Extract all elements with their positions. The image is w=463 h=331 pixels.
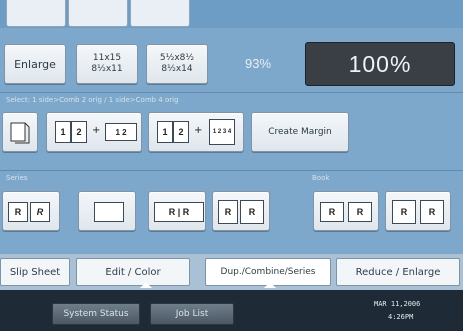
r-page-icon: R xyxy=(348,202,372,222)
create-margin-button[interactable]: Create Margin xyxy=(251,112,349,152)
preset1-top-label: 11x15 xyxy=(92,53,122,63)
divider-1 xyxy=(0,92,463,93)
combined-12-icon: 1 2 xyxy=(105,123,137,141)
document-stack-icon xyxy=(10,122,30,144)
book-2side-button[interactable]: R R xyxy=(385,191,451,231)
book-1side-button[interactable]: R R xyxy=(313,191,379,231)
divider-2 xyxy=(0,170,463,171)
series-2side-button[interactable] xyxy=(78,191,136,231)
system-status-label: System Status xyxy=(63,309,129,319)
r-mirror-page-icon: R xyxy=(240,200,264,224)
r-r-page-icon: R | R xyxy=(154,202,204,222)
copier-screen: Enlarge 11x15 8½x11 5½x8½ 8½x14 93% 100%… xyxy=(0,0,463,331)
preset1-bottom-label: 8½x11 xyxy=(91,64,123,74)
enlarge-button[interactable]: Enlarge xyxy=(4,44,66,84)
r-page-icon: R xyxy=(218,200,238,224)
r-page-icon: R xyxy=(8,202,28,222)
caret-up-icon xyxy=(264,282,276,288)
page-2-icon: 2 xyxy=(71,121,87,143)
enlarge-label: Enlarge xyxy=(14,57,56,71)
ratio-small-value: 93% xyxy=(244,55,272,71)
r-letter: R xyxy=(182,207,190,217)
page-corner-icon xyxy=(94,202,124,222)
preset2-bottom-label: 8½x14 xyxy=(161,64,193,74)
tab-edit-color[interactable]: Edit / Color xyxy=(76,258,190,286)
r-mirror-page-icon: R xyxy=(420,200,444,224)
ratio-main-display[interactable]: 100% xyxy=(305,42,455,86)
combine-4-originals-button[interactable]: 1 2 + 1 2 3 4 xyxy=(148,112,244,152)
ratio-main-value: 100% xyxy=(348,50,412,77)
tab-dup-combine-label: Dup./Combine/Series xyxy=(220,267,316,277)
time-display: 4:26PM xyxy=(388,313,414,321)
top-strip xyxy=(0,0,463,28)
r-page-icon: R xyxy=(320,202,344,222)
tab-reduce-enlarge[interactable]: Reduce / Enlarge xyxy=(336,258,460,286)
page-1-icon: 1 xyxy=(55,121,71,143)
page-2-icon: 2 xyxy=(173,121,189,143)
combine-original-button[interactable] xyxy=(2,112,38,152)
book-section-label: Book xyxy=(312,174,330,182)
preset-ratio-2-button[interactable]: 5½x8½ 8½x14 xyxy=(146,44,208,84)
series-front-back-button[interactable]: R R xyxy=(212,191,270,231)
top-stub-3[interactable] xyxy=(130,0,190,27)
system-status-button[interactable]: System Status xyxy=(52,303,140,325)
tab-reduce-enlarge-label: Reduce / Enlarge xyxy=(355,266,441,278)
combine-2-originals-button[interactable]: 1 2 + 1 2 xyxy=(46,112,142,152)
tab-edit-color-label: Edit / Color xyxy=(105,266,161,278)
preset-ratio-1-button[interactable]: 11x15 8½x11 xyxy=(76,44,138,84)
combine-section-label: Select: 1 side>Comb 2 orig / 1 side>Comb… xyxy=(6,96,179,104)
arrow-plus-icon: + xyxy=(92,125,101,136)
top-stub-2[interactable] xyxy=(68,0,128,27)
series-book-to-2side-button[interactable]: R | R xyxy=(148,191,206,231)
r-page-icon: R xyxy=(30,202,50,222)
preset2-top-label: 5½x8½ xyxy=(159,53,195,63)
date-display: MAR 11,2006 xyxy=(374,300,421,308)
page-1-icon: 1 xyxy=(157,121,173,143)
caret-up-icon xyxy=(140,282,152,288)
r-letter: R xyxy=(168,207,176,217)
combined-1234-icon: 1 2 3 4 xyxy=(209,119,235,145)
series-section-label: Series xyxy=(6,174,28,182)
job-list-button[interactable]: Job List xyxy=(150,303,234,325)
tab-slip-sheet[interactable]: Slip Sheet xyxy=(0,258,70,286)
series-book-to-1side-button[interactable]: R R xyxy=(2,191,60,231)
arrow-plus-icon: + xyxy=(194,125,203,136)
r-page-icon: R xyxy=(392,200,416,224)
create-margin-label: Create Margin xyxy=(268,127,332,137)
tab-slip-sheet-label: Slip Sheet xyxy=(9,266,61,278)
top-stub-1[interactable] xyxy=(6,0,66,27)
ratio-small-display[interactable]: 93% xyxy=(218,44,298,82)
job-list-label: Job List xyxy=(175,309,209,319)
